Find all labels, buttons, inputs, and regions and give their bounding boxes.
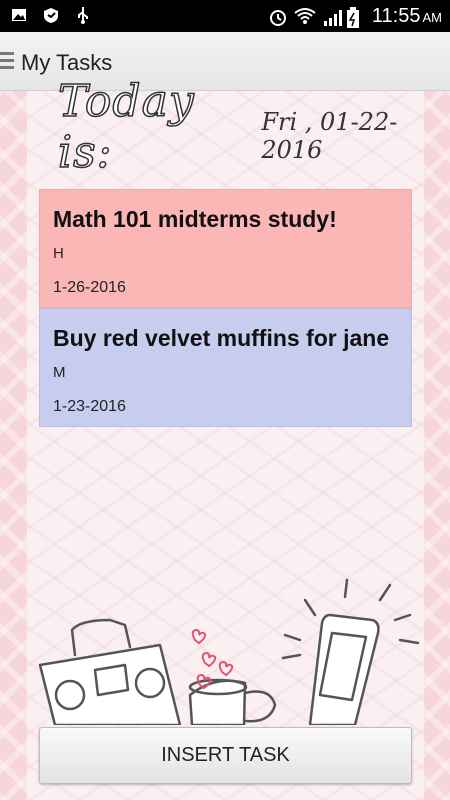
wifi-icon (294, 7, 316, 25)
task-due-date: 1-23-2016 (53, 398, 126, 415)
today-header: Today is: Fri , 01-22-2016 (57, 75, 450, 179)
usb-icon (74, 6, 92, 24)
doodle-illustration (38, 578, 420, 725)
signal-icon (320, 7, 342, 26)
battery-icon (346, 7, 364, 28)
menu-icon[interactable] (0, 52, 14, 70)
task-priority: M (53, 364, 66, 381)
radio-doodle (38, 618, 182, 725)
shield-icon (42, 6, 60, 24)
task-priority: H (53, 245, 64, 262)
task-title: Buy red velvet muffins for jane (53, 325, 390, 351)
phone-doodle (281, 578, 420, 725)
today-date: Fri , 01-22-2016 (261, 108, 398, 164)
app-title[interactable]: My Tasks (21, 50, 112, 76)
insert-task-button[interactable]: INSERT TASK (39, 727, 412, 784)
task-title: Math 101 midterms study! (53, 206, 337, 232)
today-label: Today is: (57, 75, 195, 179)
task-due-date: 1-26-2016 (53, 279, 126, 296)
task-item[interactable]: Buy red velvet muffins for jane M 1-23-2… (39, 308, 412, 427)
alarm-icon (268, 7, 286, 26)
status-bar: 11:55 AM (0, 0, 450, 32)
image-icon (10, 6, 28, 24)
task-item[interactable]: Math 101 midterms study! H 1-26-2016 (39, 189, 412, 308)
status-clock: 11:55 AM (371, 4, 442, 27)
